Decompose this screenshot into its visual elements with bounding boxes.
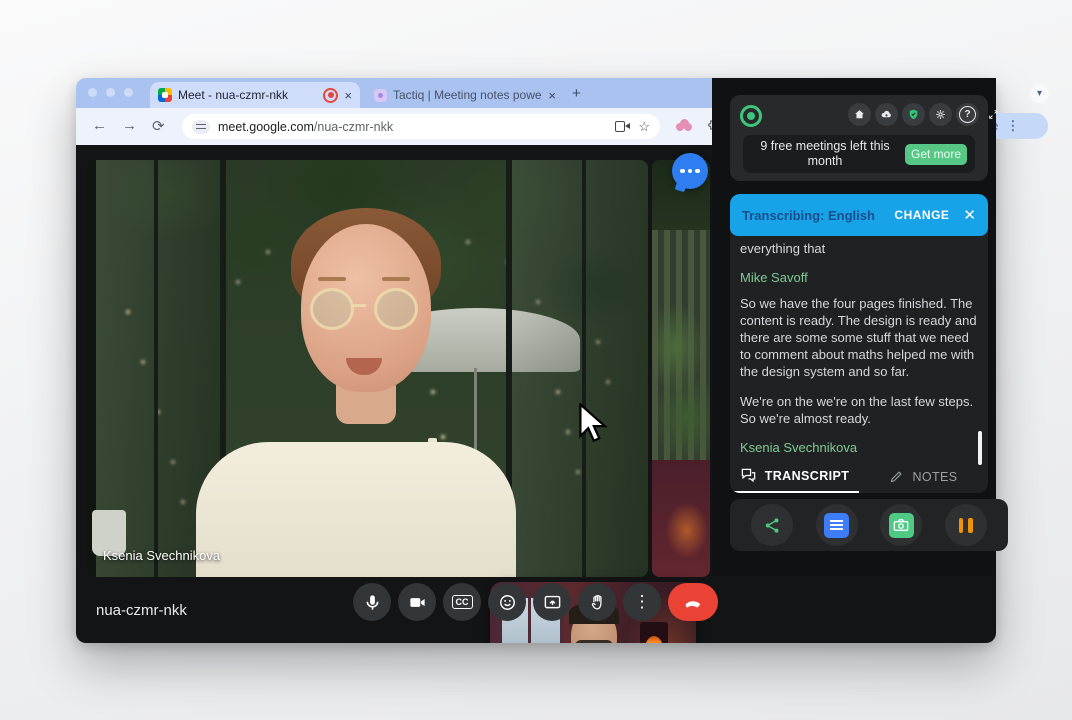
transcript-scroll-area[interactable]: everything that Mike Savoff So we have t… bbox=[740, 240, 978, 456]
get-more-button[interactable]: Get more bbox=[905, 144, 967, 165]
close-tab-icon[interactable]: × bbox=[548, 89, 556, 102]
eyebrow bbox=[382, 277, 410, 281]
tactiq-favicon bbox=[374, 89, 387, 102]
tab-title: Meet - nua-czmr-nkk bbox=[178, 88, 317, 102]
tab-transcript[interactable]: TRANSCRIPT bbox=[730, 460, 859, 493]
browser-menu-icon[interactable]: ⋮ bbox=[1006, 118, 1019, 134]
tactiq-sidebar: ? 9 free meetings left this month Get mo… bbox=[712, 78, 996, 576]
chat-icon bbox=[740, 468, 757, 483]
shield-check-icon[interactable] bbox=[902, 103, 925, 126]
meet-favicon bbox=[158, 88, 172, 102]
tactiq-chat-bubble-icon[interactable] bbox=[672, 153, 708, 189]
change-language-button[interactable]: CHANGE bbox=[894, 208, 949, 222]
tactiq-header-card: ? 9 free meetings left this month Get mo… bbox=[730, 95, 988, 181]
action-bar bbox=[730, 499, 1008, 551]
window-control-dot[interactable] bbox=[88, 88, 97, 97]
glasses-bridge bbox=[352, 304, 366, 307]
home-icon[interactable] bbox=[848, 103, 871, 126]
pencil-icon bbox=[889, 469, 904, 484]
pause-icon bbox=[959, 518, 964, 533]
browser-window: Meet - nua-czmr-nkk × Tactiq | Meeting n… bbox=[76, 78, 996, 643]
collapse-icon[interactable] bbox=[982, 103, 1005, 126]
transcript-card: Transcribing: English CHANGE ✕ everythin… bbox=[730, 194, 988, 493]
bookmark-star-icon[interactable]: ☆ bbox=[638, 120, 650, 133]
url-text[interactable]: meet.google.com/nua-czmr-nkk bbox=[218, 120, 607, 134]
captions-button[interactable]: CC bbox=[443, 583, 481, 621]
settings-gear-icon[interactable] bbox=[929, 103, 952, 126]
meetings-left-text: 9 free meetings left this month bbox=[751, 139, 899, 169]
pink-extension-icon[interactable] bbox=[676, 119, 692, 131]
tab-notes-label: NOTES bbox=[912, 470, 957, 484]
new-tab-button[interactable]: + bbox=[572, 85, 581, 102]
tab-meet[interactable]: Meet - nua-czmr-nkk × bbox=[150, 82, 360, 108]
share-button[interactable] bbox=[751, 504, 793, 546]
tab-tactiq[interactable]: Tactiq | Meeting notes powe × bbox=[366, 82, 564, 108]
usage-banner: 9 free meetings left this month Get more bbox=[743, 135, 975, 173]
raise-hand-button[interactable] bbox=[578, 583, 616, 621]
transcribing-label: Transcribing: English bbox=[742, 208, 886, 223]
mouse-cursor bbox=[576, 403, 610, 447]
cloud-upload-icon[interactable] bbox=[875, 103, 898, 126]
reload-button[interactable]: ⟳ bbox=[152, 117, 165, 135]
meet-control-bar: nua-czmr-nkk CC ⋮ bbox=[76, 577, 712, 643]
screenshot-button[interactable] bbox=[880, 504, 922, 546]
site-info-icon[interactable] bbox=[192, 120, 210, 134]
export-docs-button[interactable] bbox=[816, 504, 858, 546]
sidebar-tabs: TRANSCRIPT NOTES bbox=[730, 460, 988, 493]
help-icon[interactable]: ? bbox=[956, 103, 979, 126]
transcribing-banner: Transcribing: English CHANGE ✕ bbox=[730, 194, 988, 236]
glass-door-right bbox=[506, 160, 648, 577]
transcript-line: We're on the we're on the last few steps… bbox=[740, 393, 978, 427]
transcript-line: everything that bbox=[740, 240, 978, 257]
desktop: Meet - nua-czmr-nkk × Tactiq | Meeting n… bbox=[0, 0, 1072, 720]
tactiq-logo-icon bbox=[740, 105, 762, 127]
pause-button[interactable] bbox=[945, 504, 987, 546]
tab-transcript-label: TRANSCRIPT bbox=[765, 469, 850, 483]
recording-indicator-icon bbox=[323, 88, 338, 103]
transcript-speaker: Ksenia Svechnikova bbox=[740, 440, 978, 455]
close-banner-icon[interactable]: ✕ bbox=[963, 206, 976, 224]
forward-button[interactable]: → bbox=[122, 117, 137, 134]
pause-icon bbox=[968, 518, 973, 533]
more-options-button[interactable]: ⋮ bbox=[623, 583, 661, 621]
back-button[interactable]: ← bbox=[92, 117, 107, 134]
address-bar[interactable]: meet.google.com/nua-czmr-nkk ☆ bbox=[182, 114, 660, 139]
room-glow bbox=[652, 460, 710, 577]
glasses-lens bbox=[374, 288, 418, 330]
transcript-line: So we have the four pages finished. The … bbox=[740, 295, 978, 380]
camera-button[interactable] bbox=[398, 583, 436, 621]
participant-shirt bbox=[196, 442, 516, 577]
glasses-lens bbox=[310, 288, 354, 330]
screenshot-camera-icon bbox=[889, 513, 914, 538]
tab-search-chevron-icon[interactable]: ▾ bbox=[1030, 84, 1049, 103]
reactions-button[interactable] bbox=[488, 583, 526, 621]
google-docs-icon bbox=[824, 513, 849, 538]
present-screen-button[interactable] bbox=[533, 583, 571, 621]
tab-title: Tactiq | Meeting notes powe bbox=[393, 88, 542, 102]
video-tile-partial[interactable] bbox=[652, 160, 710, 577]
tab-capture-icon[interactable] bbox=[615, 121, 630, 132]
eyebrow bbox=[318, 277, 346, 281]
window-control-dot[interactable] bbox=[124, 88, 133, 97]
tab-notes[interactable]: NOTES bbox=[859, 460, 988, 493]
close-tab-icon[interactable]: × bbox=[344, 89, 352, 102]
video-tile-main[interactable]: Ksenia Svechnikova bbox=[86, 160, 648, 577]
participant-name-label: Ksenia Svechnikova bbox=[103, 548, 220, 563]
end-call-button[interactable] bbox=[668, 583, 718, 621]
share-icon bbox=[763, 516, 782, 535]
window-control-dot[interactable] bbox=[106, 88, 115, 97]
transcript-speaker: Mike Savoff bbox=[740, 270, 978, 285]
meeting-code: nua-czmr-nkk bbox=[96, 602, 187, 619]
microphone-button[interactable] bbox=[353, 583, 391, 621]
